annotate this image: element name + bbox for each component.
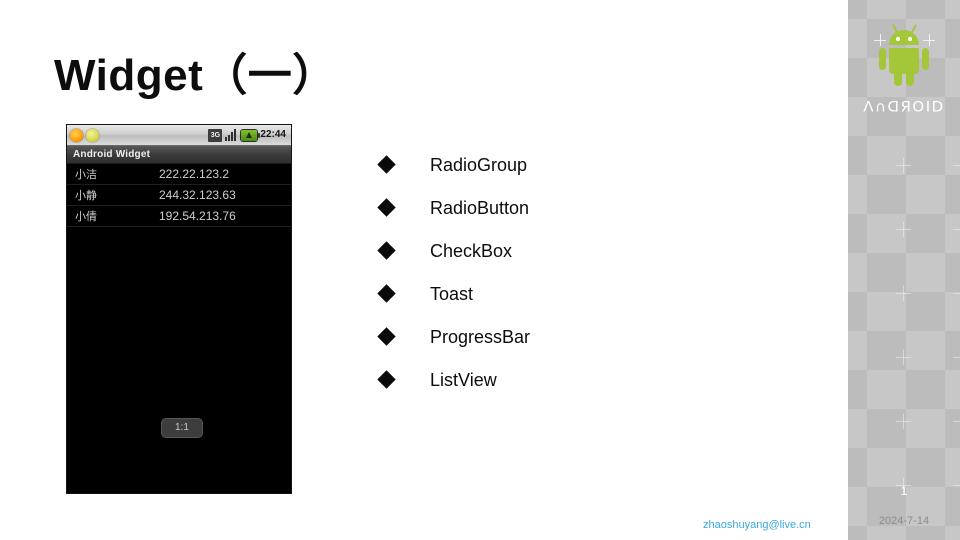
diamond-bullet-icon	[377, 155, 396, 174]
table-row[interactable]: 小洁 222.22.123.2	[67, 164, 291, 185]
android-robot-icon	[874, 24, 935, 88]
sparkle-icon	[953, 350, 960, 365]
bullet-label: RadioGroup	[430, 154, 528, 175]
phone-app-bar: Android Widget	[67, 146, 291, 164]
page-number: 1	[900, 484, 908, 498]
sparkle-icon	[896, 414, 911, 429]
battery-charging-icon	[241, 129, 261, 141]
sidebar: ⴷ∩ᗡЯOID 1 2024-7-14	[848, 0, 960, 540]
signal-bars-icon	[225, 129, 238, 141]
diamond-bullet-icon	[377, 327, 396, 346]
status-bar-clock: 22:44	[260, 129, 286, 140]
network-3g-label: 3G	[210, 131, 221, 139]
list-item-value: 222.22.123.2	[159, 167, 230, 181]
list-item-name: 小静	[75, 190, 97, 202]
list-item: RadioGroup	[377, 143, 800, 186]
list-item: CheckBox	[377, 229, 800, 272]
bullet-label: Toast	[430, 283, 474, 304]
sparkle-icon	[874, 34, 886, 46]
page-title: Widget（一）	[54, 51, 337, 100]
phone-status-bar: 3G 22:44	[67, 125, 291, 146]
diamond-bullet-icon	[377, 284, 396, 303]
slide-date: 2024-7-14	[878, 515, 930, 527]
slide: Widget（一） 3G 22:44 Android Widget 小洁 222…	[0, 0, 960, 540]
sparkle-icon	[953, 286, 960, 301]
notification-icons	[70, 128, 99, 142]
sparkle-icon	[953, 222, 960, 237]
sparkle-icon	[896, 286, 911, 301]
sparkle-icon	[896, 222, 911, 237]
phone-listview[interactable]: 小洁 222.22.123.2 小静 244.32.123.63 小倩 192.…	[67, 164, 291, 227]
bullet-label: ProgressBar	[430, 326, 531, 347]
network-3g-icon: 3G	[208, 128, 223, 142]
list-item-name: 小洁	[75, 169, 97, 181]
list-item: ListView	[377, 358, 800, 401]
sparkle-icon	[953, 158, 960, 173]
bullet-label: ListView	[430, 369, 497, 390]
app-bar-title: Android Widget	[73, 149, 151, 160]
android-logo: ⴷ∩ᗡЯOID	[848, 24, 960, 116]
bullet-label: RadioButton	[430, 197, 530, 218]
list-item: Toast	[377, 272, 800, 315]
sparkle-icon	[923, 34, 935, 46]
table-row[interactable]: 小倩 192.54.213.76	[67, 206, 291, 227]
bullet-label: CheckBox	[430, 240, 513, 261]
sparkle-icon	[953, 414, 960, 429]
list-item-name: 小倩	[75, 211, 97, 223]
list-item: ProgressBar	[377, 315, 800, 358]
email-address: zhaoshuyang@live.cn	[703, 519, 811, 531]
sparkle-icon	[896, 158, 911, 173]
diamond-bullet-icon	[377, 198, 396, 217]
status-bar-right: 3G 22:44	[208, 128, 288, 142]
list-item-value: 192.54.213.76	[159, 209, 236, 223]
diamond-bullet-icon	[377, 370, 396, 389]
sparkle-icon	[896, 350, 911, 365]
android-phone-screenshot: 3G 22:44 Android Widget 小洁 222.22.123.2 …	[66, 124, 292, 494]
toast-badge: 1:1	[161, 418, 203, 438]
diamond-bullet-icon	[377, 241, 396, 260]
sun-yellow-icon	[86, 128, 99, 142]
list-item: RadioButton	[377, 186, 800, 229]
table-row[interactable]: 小静 244.32.123.63	[67, 185, 291, 206]
android-wordmark: ⴷ∩ᗡЯOID	[863, 98, 945, 116]
list-item-value: 244.32.123.63	[159, 188, 236, 202]
sun-orange-icon	[70, 128, 83, 142]
bullet-list: RadioGroup RadioButton CheckBox Toast Pr…	[377, 143, 800, 401]
